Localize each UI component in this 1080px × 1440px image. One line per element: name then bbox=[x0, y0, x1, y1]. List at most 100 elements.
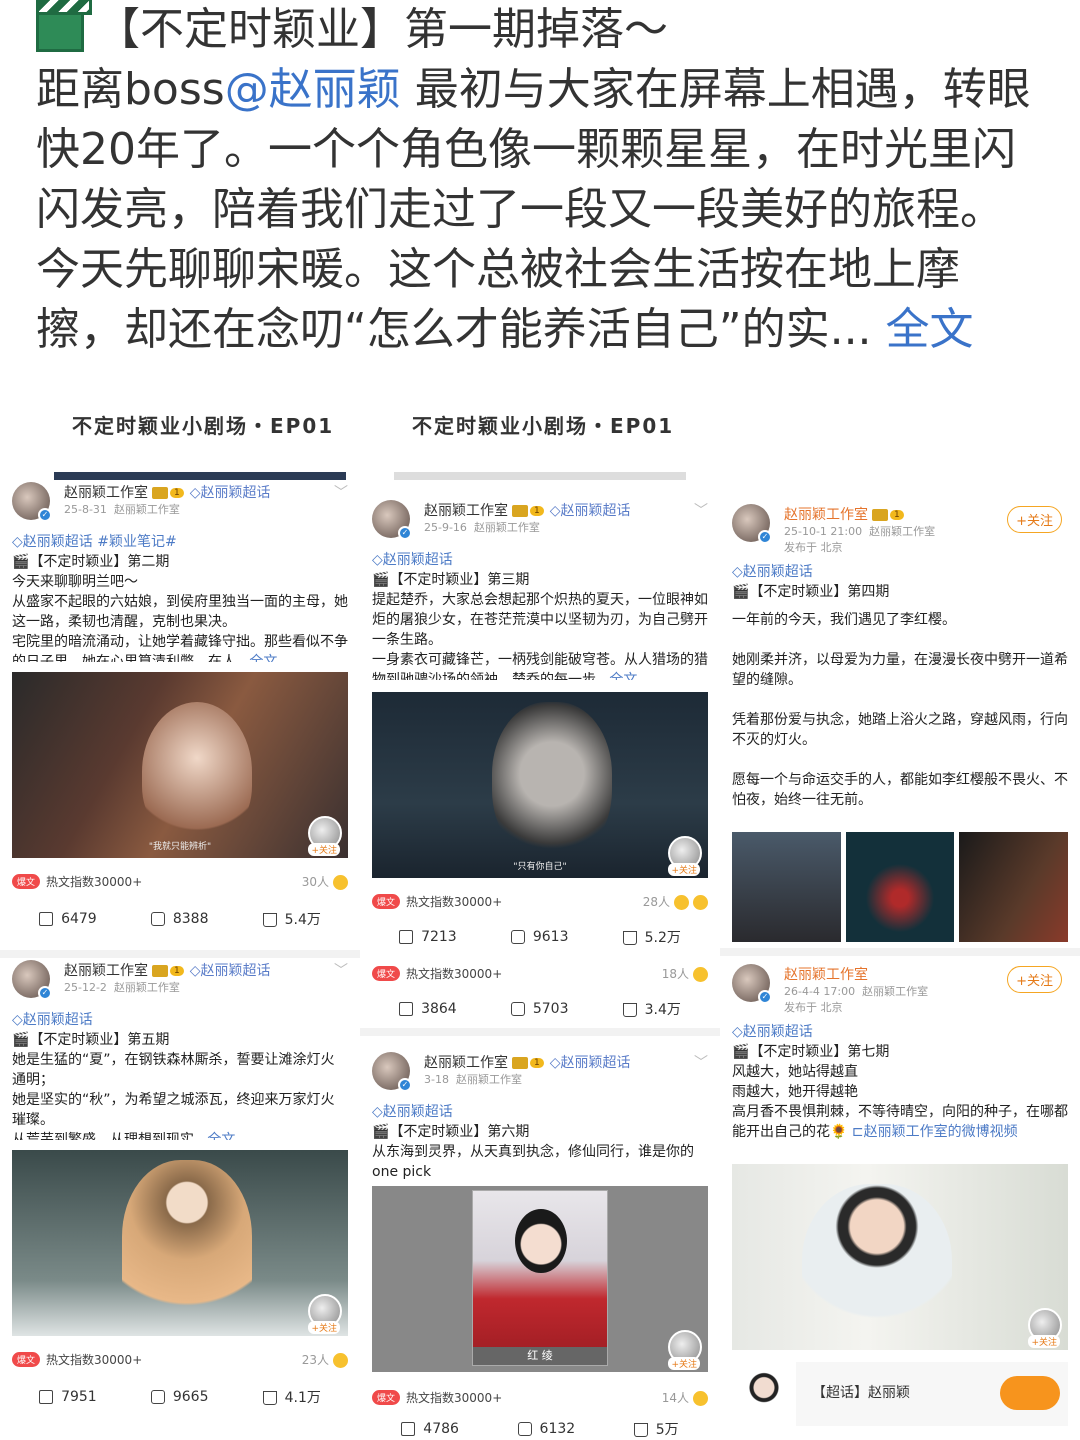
share-button[interactable]: 6479 bbox=[39, 911, 97, 927]
comment-button[interactable]: 9665 bbox=[150, 1389, 208, 1405]
post-location: 发布于 北京 bbox=[784, 1001, 843, 1014]
super-topic-card[interactable]: 【超话】赵丽颖 bbox=[732, 1362, 1068, 1426]
video-link[interactable]: 🌻 ⊏赵丽颖工作室的微博视频 bbox=[830, 1124, 1018, 1140]
hot-index-row: 爆文 热文指数30000+ 28人 bbox=[372, 890, 708, 912]
post-source: 赵丽颖工作室 bbox=[455, 1073, 522, 1086]
super-topic-link[interactable]: ◇赵丽颖超话 bbox=[550, 1055, 631, 1071]
share-icon bbox=[401, 1422, 416, 1436]
comment-button[interactable]: 9613 bbox=[510, 929, 568, 945]
post-card[interactable]: ✓ 赵丽颖工作室 1 ◇赵丽颖超话 25-9-16 赵丽颖工作室 ﹀ ◇赵丽颖超话 … bbox=[360, 500, 720, 1024]
mini-follow-button[interactable]: +关注 bbox=[308, 843, 340, 856]
verified-icon: ✓ bbox=[758, 990, 772, 1004]
chevron-down-icon[interactable]: ﹀ bbox=[694, 1052, 708, 1072]
verified-icon: ✓ bbox=[38, 508, 52, 522]
chevron-down-icon[interactable]: ﹀ bbox=[334, 482, 348, 502]
post-source: 赵丽颖工作室 bbox=[473, 521, 540, 534]
image-thumb[interactable] bbox=[959, 832, 1069, 942]
like-icon bbox=[622, 1003, 637, 1017]
emoji-icon bbox=[333, 874, 348, 890]
full-text-link[interactable]: 全文 bbox=[609, 672, 637, 680]
topic-tag[interactable]: ◇赵丽颖超话 bbox=[372, 1102, 708, 1122]
share-button[interactable]: 7213 bbox=[399, 929, 457, 945]
post-text-line: 快20年了。一个个角色像一颗颗星星，在时光里闪 bbox=[36, 124, 1016, 175]
share-button[interactable]: 7951 bbox=[39, 1389, 97, 1405]
photo-card[interactable]: 红 绫 +关注 bbox=[372, 1186, 708, 1372]
post-body: 从东海到灵界，从天真到执念，修仙同行，谁是你的one pick bbox=[372, 1144, 694, 1180]
mini-follow-button[interactable]: +关注 bbox=[668, 863, 700, 876]
topic-tag[interactable]: ◇赵丽颖超话 bbox=[12, 1010, 348, 1030]
author-name[interactable]: 赵丽颖工作室 1 ◇赵丽颖超话 bbox=[424, 500, 631, 520]
mention-link[interactable]: @赵丽颖 bbox=[225, 64, 401, 115]
mini-follow-button[interactable]: +关注 bbox=[1028, 1335, 1060, 1348]
post-date: 26-4-4 17:00 bbox=[784, 985, 856, 998]
share-button[interactable]: 4786 bbox=[401, 1421, 459, 1437]
like-icon bbox=[622, 931, 637, 945]
author-name[interactable]: 赵丽颖工作室 1 bbox=[784, 504, 904, 524]
share-icon bbox=[399, 930, 414, 944]
topic-tag[interactable]: ◇赵丽颖超话 #颖业笔记# bbox=[12, 532, 348, 552]
image-grid bbox=[732, 832, 1069, 942]
post-title: 🎬【不定时颖业】第五期 bbox=[12, 1032, 170, 1048]
post-title: 【不定时颖业】第一期掉落～ bbox=[96, 4, 668, 55]
mini-follow-button[interactable]: +关注 bbox=[668, 1357, 700, 1370]
chevron-down-icon[interactable]: ﹀ bbox=[694, 500, 708, 520]
video-caption: "只有你自己" bbox=[513, 862, 567, 872]
post-source: 赵丽颖工作室 bbox=[113, 981, 180, 994]
post-card[interactable]: ✓ 赵丽颖工作室 1 ◇赵丽颖超话 25-8-31 赵丽颖工作室 ﹀ ◇赵丽颖超话 … bbox=[0, 482, 360, 934]
hot-index-row: 爆文 热文指数30000+ 18人 bbox=[372, 962, 708, 984]
post-card[interactable]: ✓ 赵丽颖工作室 26-4-4 17:00 赵丽颖工作室 发布于 北京 +关注 ◇… bbox=[720, 964, 1080, 1426]
super-topic-link[interactable]: ◇赵丽颖超话 bbox=[550, 503, 631, 519]
share-icon bbox=[399, 1002, 414, 1016]
share-icon bbox=[39, 912, 54, 926]
like-button[interactable]: 5.2万 bbox=[622, 927, 681, 947]
post-text-line: 今天先聊聊宋暖。这个总被社会生活按在地上摩 bbox=[36, 244, 960, 295]
post-card[interactable]: ✓ 赵丽颖工作室 1 ◇赵丽颖超话 25-12-2 赵丽颖工作室 ﹀ ◇赵丽颖超话 … bbox=[0, 960, 360, 1412]
super-topic-link[interactable]: ◇赵丽颖超话 bbox=[190, 485, 271, 501]
post-source: 赵丽颖工作室 bbox=[113, 503, 180, 516]
author-name[interactable]: 赵丽颖工作室 bbox=[784, 964, 868, 984]
emoji-icon bbox=[674, 894, 689, 910]
follow-button[interactable]: +关注 bbox=[1007, 506, 1062, 533]
video-thumbnail[interactable]: "只有你自己" +关注 bbox=[372, 692, 708, 878]
full-text-link[interactable]: 全文 bbox=[249, 654, 277, 662]
chevron-down-icon[interactable]: ﹀ bbox=[334, 960, 348, 980]
share-icon bbox=[39, 1390, 54, 1404]
super-topic-link[interactable]: ◇赵丽颖超话 bbox=[190, 963, 271, 979]
topic-tag[interactable]: ◇赵丽颖超话 bbox=[732, 562, 1068, 582]
post-card[interactable]: ✓ 赵丽颖工作室 1 25-10-1 21:00 赵丽颖工作室 发布于 北京 +关注… bbox=[720, 504, 1080, 942]
comment-button[interactable]: 6132 bbox=[517, 1421, 575, 1437]
author-name[interactable]: 赵丽颖工作室 1 ◇赵丽颖超话 bbox=[424, 1052, 631, 1072]
comment-icon bbox=[510, 1002, 525, 1016]
image-thumb[interactable] bbox=[732, 832, 841, 942]
like-button[interactable]: 5.4万 bbox=[262, 909, 321, 929]
crown-icon bbox=[512, 505, 528, 517]
topic-tag[interactable]: ◇赵丽颖超话 bbox=[372, 550, 708, 570]
follow-button[interactable]: +关注 bbox=[1007, 966, 1062, 993]
like-button[interactable]: 5万 bbox=[633, 1419, 679, 1439]
comment-icon bbox=[150, 1390, 165, 1404]
topic-avatar bbox=[732, 1362, 796, 1426]
author-name[interactable]: 赵丽颖工作室 1 ◇赵丽颖超话 bbox=[64, 960, 271, 980]
video-thumbnail[interactable]: +关注 bbox=[732, 1164, 1068, 1350]
join-button[interactable] bbox=[1000, 1376, 1060, 1410]
full-text-link[interactable]: 全文 bbox=[872, 304, 974, 355]
image-thumb[interactable] bbox=[845, 832, 955, 942]
comment-button[interactable]: 5703 bbox=[510, 1001, 568, 1017]
comment-button[interactable]: 8388 bbox=[150, 911, 208, 927]
crown-icon bbox=[872, 509, 888, 521]
author-name[interactable]: 赵丽颖工作室 1 ◇赵丽颖超话 bbox=[64, 482, 271, 502]
video-thumbnail[interactable]: +关注 bbox=[12, 1150, 348, 1336]
hot-index-row: 爆文 热文指数30000+ 14人 bbox=[372, 1386, 708, 1408]
post-title: 🎬【不定时颖业】第四期 bbox=[732, 584, 890, 600]
like-button[interactable]: 3.4万 bbox=[622, 999, 681, 1019]
post-card[interactable]: ✓ 赵丽颖工作室 1 ◇赵丽颖超话 3-18 赵丽颖工作室 ﹀ ◇赵丽颖超话 🎬【不… bbox=[360, 1052, 720, 1440]
mini-follow-button[interactable]: +关注 bbox=[308, 1321, 340, 1334]
crown-icon bbox=[512, 1057, 528, 1069]
post-text-line: 距离boss@赵丽颖 最初与大家在屏幕上相遇，转眼 bbox=[36, 64, 1031, 115]
like-button[interactable]: 4.1万 bbox=[262, 1387, 321, 1407]
share-button[interactable]: 3864 bbox=[399, 1001, 457, 1017]
video-thumbnail[interactable]: "我就只能辨析" +关注 bbox=[12, 672, 348, 858]
comment-icon bbox=[150, 912, 165, 926]
topic-tag[interactable]: ◇赵丽颖超话 bbox=[732, 1022, 1068, 1042]
full-text-link[interactable]: 全文 bbox=[207, 1132, 235, 1140]
